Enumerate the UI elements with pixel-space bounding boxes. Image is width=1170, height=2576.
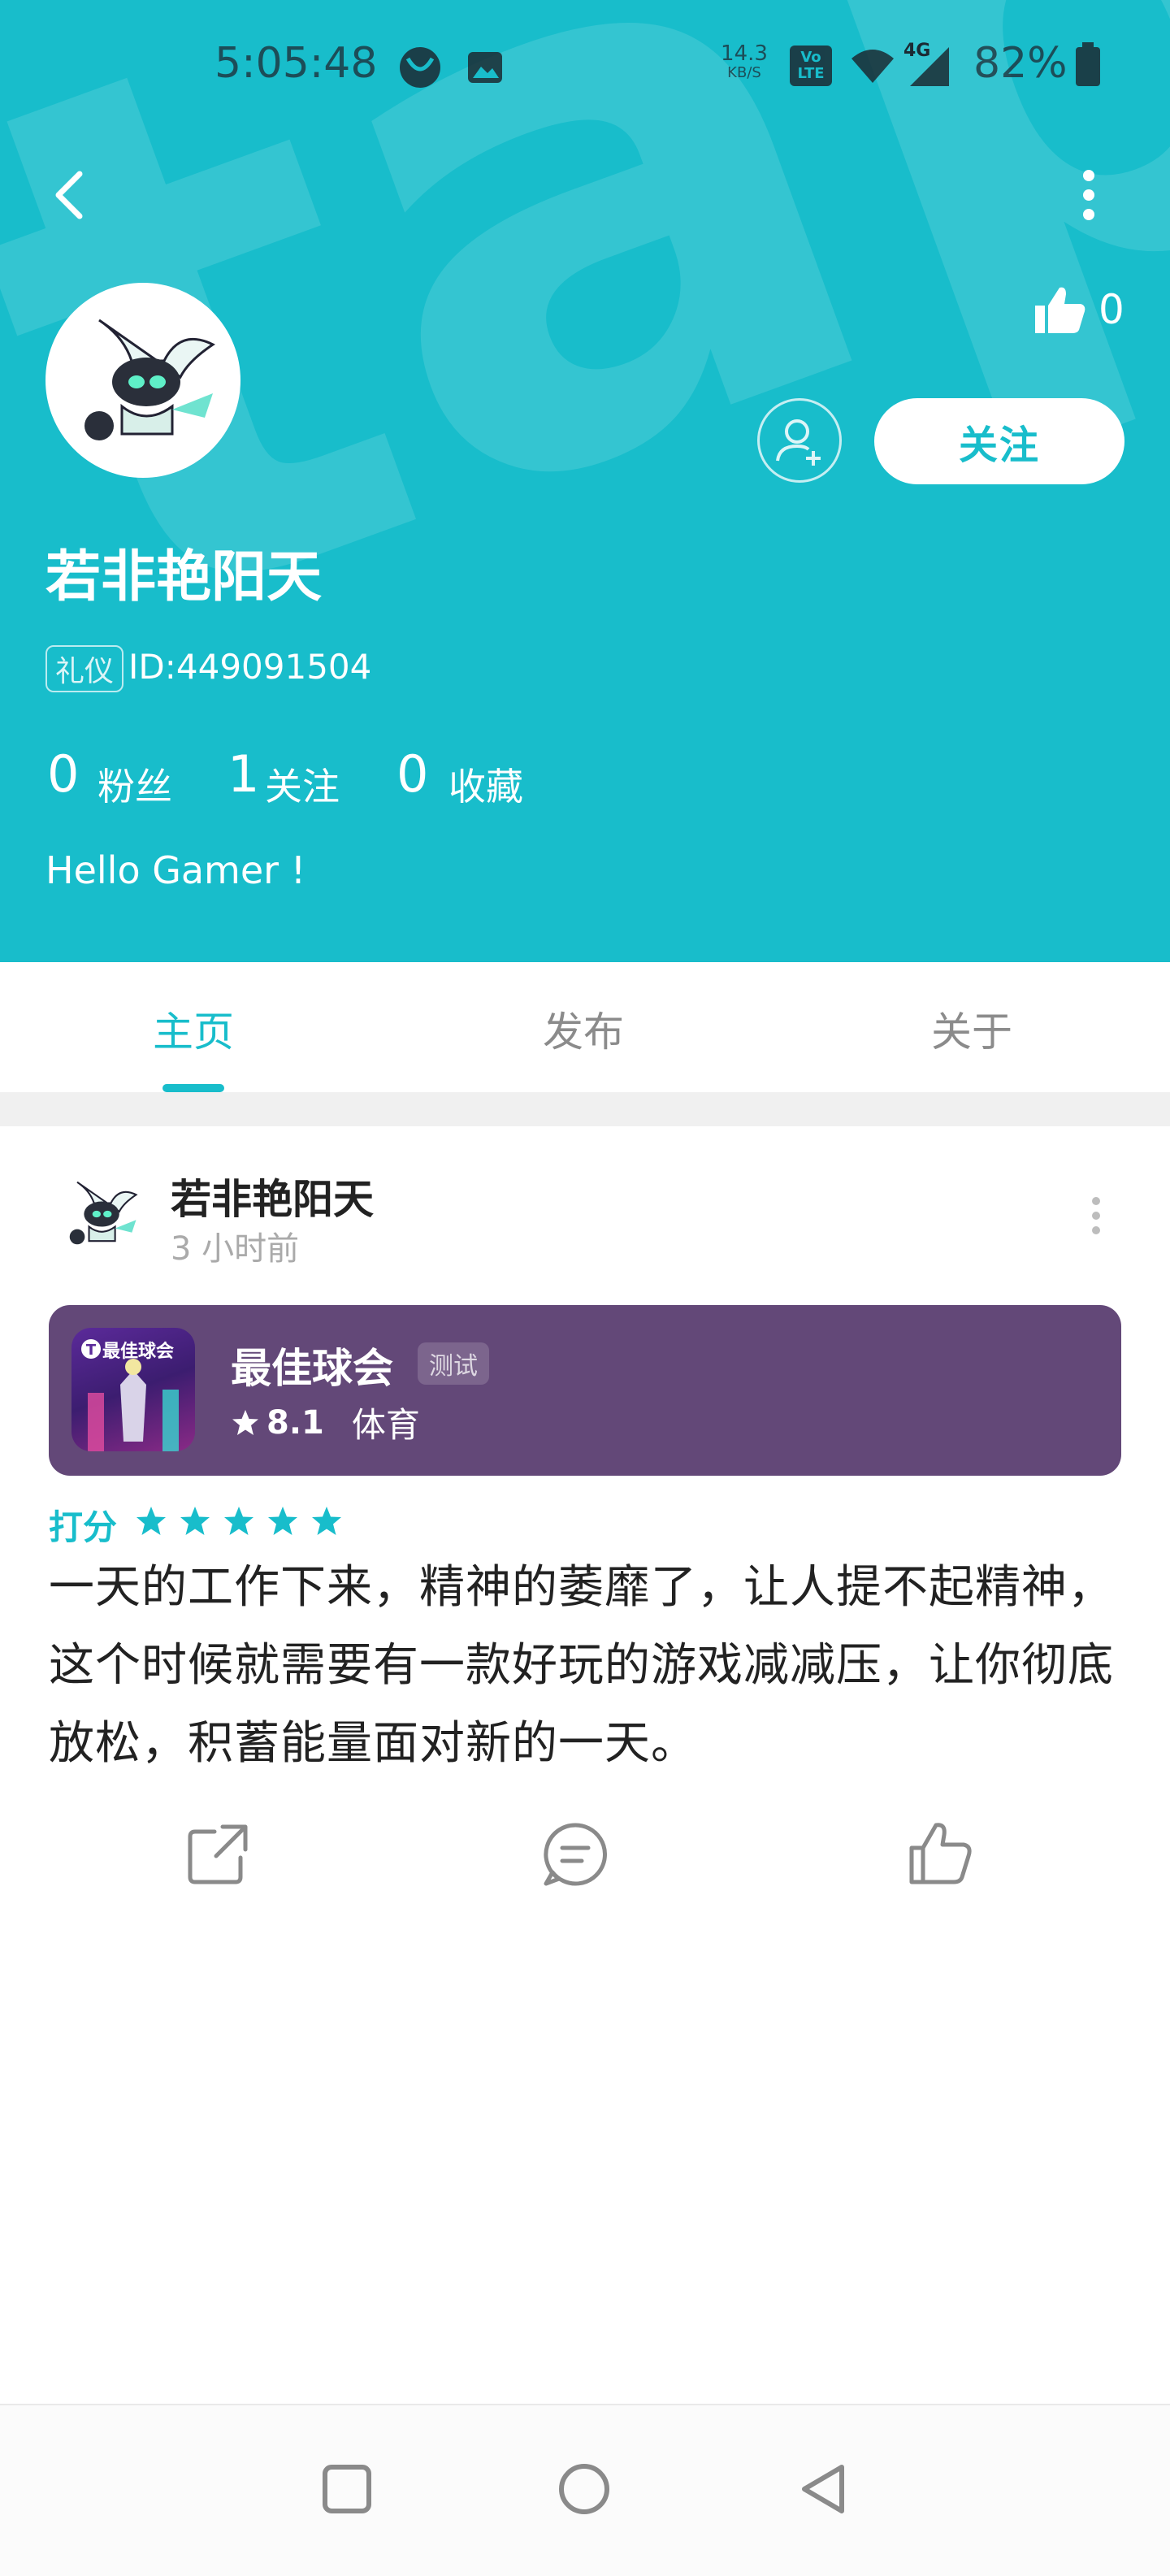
net-speed: 14.3 KB/S [721, 41, 768, 81]
more-vertical-icon [1083, 170, 1094, 220]
game-rating: 8.1 体育 [231, 1398, 420, 1447]
star-icon [136, 1507, 166, 1535]
rating-label: 打分 [49, 1507, 118, 1547]
more-vertical-icon [1092, 1197, 1100, 1234]
user-add-icon [776, 419, 821, 466]
username: 若非艳阳天 [46, 545, 323, 609]
gallery-icon [465, 47, 505, 91]
more-menu-button[interactable] [1064, 163, 1113, 228]
game-test-tag: 测试 [418, 1342, 489, 1385]
battery-icon [1074, 42, 1102, 91]
favorites-count[interactable]: 0 [396, 744, 428, 804]
tab-home[interactable]: 主页 [153, 1000, 234, 1058]
star-icon [180, 1507, 210, 1535]
share-button[interactable] [184, 1820, 252, 1889]
fans-label[interactable]: 粉丝 [98, 757, 172, 811]
game-name: 最佳球会 [231, 1345, 393, 1392]
network-type: 4G [904, 41, 931, 61]
user-avatar[interactable] [46, 283, 240, 478]
thumbs-up-icon [909, 1823, 972, 1884]
battery-percent: 82% [973, 39, 1068, 88]
post-content[interactable]: 一天的工作下来，精神的萎靡了，让人提不起精神，这个时候就需要有一款好玩的游戏减减… [49, 1549, 1129, 1783]
following-count[interactable]: 1 [228, 744, 259, 804]
fans-count[interactable]: 0 [47, 744, 79, 804]
notification-circle-icon [400, 47, 440, 88]
square-icon [323, 2465, 371, 2513]
circle-icon [559, 2464, 609, 2514]
game-icon: T 最佳球会 [72, 1328, 195, 1451]
comment-icon [544, 1823, 607, 1886]
tab-posts[interactable]: 发布 [543, 1000, 624, 1058]
post-more-button[interactable] [1077, 1191, 1115, 1240]
star-icon [232, 1409, 258, 1435]
user-bio: Hello Gamer ! [46, 848, 306, 892]
add-friend-button[interactable] [757, 398, 842, 483]
wifi-icon [848, 46, 897, 89]
game-category: 体育 [351, 1405, 420, 1445]
profile-header: tapta 5:05:48 14.3 KB/S Vo LTE 4G 82% 0 [0, 0, 1170, 962]
section-divider [0, 1092, 1170, 1126]
following-label[interactable]: 关注 [265, 757, 340, 811]
star-icon [312, 1507, 341, 1535]
like-count-button[interactable]: 0 [1034, 284, 1124, 335]
comment-button[interactable] [541, 1820, 609, 1889]
recents-button[interactable] [320, 2462, 374, 2519]
favorites-label[interactable]: 收藏 [448, 757, 523, 811]
chevron-left-icon [55, 171, 83, 219]
share-icon [188, 1824, 248, 1884]
like-button[interactable] [907, 1819, 975, 1887]
back-button[interactable] [41, 163, 106, 228]
status-time: 5:05:48 [214, 39, 378, 88]
svg-text:最佳球会: 最佳球会 [102, 1341, 174, 1362]
like-count: 0 [1098, 286, 1124, 333]
user-id: ID:449091504 [128, 647, 372, 687]
post-author-avatar[interactable] [52, 1165, 148, 1261]
volte-icon: Vo LTE [790, 46, 832, 86]
star-icon [224, 1507, 254, 1535]
back-nav-button[interactable] [796, 2462, 850, 2519]
svg-text:T: T [86, 1342, 97, 1359]
game-card[interactable] [49, 1305, 1121, 1476]
triangle-back-icon [802, 2465, 844, 2513]
post-author-name[interactable]: 若非艳阳天 [171, 1167, 374, 1225]
star-icon [268, 1507, 297, 1535]
post-time: 3 小时前 [171, 1230, 300, 1268]
tab-indicator [162, 1084, 224, 1092]
rating-stars [135, 1505, 343, 1537]
follow-button[interactable]: 关注 [874, 398, 1124, 484]
home-button[interactable] [557, 2462, 611, 2519]
tab-about[interactable]: 关于 [931, 1000, 1012, 1058]
thumbs-up-icon [1035, 287, 1086, 333]
etiquette-badge[interactable]: 礼仪 [46, 645, 124, 692]
